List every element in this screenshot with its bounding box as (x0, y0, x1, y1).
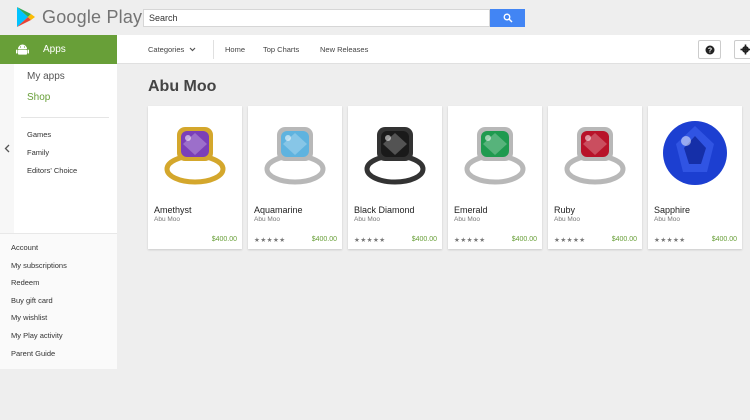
sidebar-item-shop[interactable]: Shop (27, 92, 50, 103)
sidebar-item-editors-choice[interactable]: Editors' Choice (27, 166, 77, 175)
gear-icon (740, 44, 750, 55)
app-card[interactable]: Aquamarine Abu Moo ★★★★★ $400.00 (248, 106, 342, 249)
app-card[interactable]: Ruby Abu Moo ★★★★★ $400.00 (548, 106, 642, 249)
star-rating: ★★★★★ (554, 237, 586, 244)
categories-dropdown[interactable]: Categories (148, 45, 196, 54)
play-store-icon (17, 7, 35, 27)
settings-button[interactable] (734, 40, 750, 59)
price-button[interactable]: $400.00 (312, 236, 337, 243)
ring-image[interactable] (248, 106, 342, 200)
account-links: Account My subscriptions Redeem Buy gift… (0, 233, 117, 369)
help-icon: ? (705, 45, 714, 54)
app-title[interactable]: Amethyst (154, 205, 192, 215)
android-icon (16, 44, 29, 55)
search-input[interactable]: Search (143, 9, 490, 27)
search-button[interactable] (490, 9, 525, 27)
app-title[interactable]: Sapphire (654, 205, 690, 215)
sidebar: My apps Shop Games Family Editors' Choic… (0, 64, 117, 369)
apps-tab[interactable]: Apps (0, 35, 117, 64)
apps-tab-label: Apps (43, 44, 66, 55)
price-button[interactable]: $400.00 (212, 236, 237, 243)
ring-image[interactable] (148, 106, 242, 200)
star-rating: ★★★★★ (254, 237, 286, 244)
google-play-logo[interactable]: Google Play (16, 6, 142, 28)
svg-text:?: ? (707, 47, 711, 54)
developer-name[interactable]: Abu Moo (554, 216, 580, 223)
top-bar: Google Play Search (0, 0, 750, 35)
app-title[interactable]: Ruby (554, 205, 575, 215)
star-rating: ★★★★★ (354, 237, 386, 244)
redeem-link[interactable]: Redeem (11, 278, 39, 287)
app-title[interactable]: Aquamarine (254, 205, 303, 215)
sidebar-nav: My apps Shop Games Family Editors' Choic… (0, 64, 117, 233)
my-subscriptions-link[interactable]: My subscriptions (11, 261, 67, 270)
app-title[interactable]: Emerald (454, 205, 488, 215)
account-link[interactable]: Account (11, 243, 38, 252)
chevron-left-icon (4, 144, 10, 153)
price-button[interactable]: $400.00 (512, 236, 537, 243)
ring-image[interactable] (648, 106, 742, 200)
star-rating: ★★★★★ (654, 237, 686, 244)
category-bar: Apps Categories Home Top Charts New Rele… (0, 35, 750, 64)
app-card[interactable]: Black Diamond Abu Moo ★★★★★ $400.00 (348, 106, 442, 249)
buy-gift-card-link[interactable]: Buy gift card (11, 296, 53, 305)
price-button[interactable]: $400.00 (612, 236, 637, 243)
developer-name[interactable]: Abu Moo (254, 216, 280, 223)
sidebar-item-my-apps[interactable]: My apps (27, 71, 65, 82)
my-wishlist-link[interactable]: My wishlist (11, 313, 47, 322)
categories-label: Categories (148, 45, 185, 54)
nav-divider (213, 40, 214, 59)
app-card[interactable]: Amethyst Abu Moo $400.00 (148, 106, 242, 249)
developer-name[interactable]: Abu Moo (154, 216, 180, 223)
sidebar-item-games[interactable]: Games (27, 130, 51, 139)
nav-new-releases[interactable]: New Releases (320, 45, 368, 54)
app-card[interactable]: Emerald Abu Moo ★★★★★ $400.00 (448, 106, 542, 249)
my-play-activity-link[interactable]: My Play activity (11, 331, 63, 340)
logo-text: Google Play (42, 6, 143, 27)
developer-name[interactable]: Abu Moo (354, 216, 380, 223)
app-card[interactable]: Sapphire Abu Moo ★★★★★ $400.00 (648, 106, 742, 249)
app-title[interactable]: Black Diamond (354, 205, 415, 215)
chevron-down-icon (189, 47, 196, 52)
price-button[interactable]: $400.00 (712, 236, 737, 243)
collapse-sidebar-button[interactable] (0, 64, 14, 233)
page-title: Abu Moo (148, 78, 217, 95)
sidebar-item-family[interactable]: Family (27, 148, 49, 157)
ring-image[interactable] (548, 106, 642, 200)
search-icon (503, 13, 512, 23)
developer-name[interactable]: Abu Moo (454, 216, 480, 223)
ring-image[interactable] (448, 106, 542, 200)
developer-name[interactable]: Abu Moo (654, 216, 680, 223)
nav-home[interactable]: Home (225, 45, 245, 54)
help-button[interactable]: ? (698, 40, 721, 59)
ring-image[interactable] (348, 106, 442, 200)
parent-guide-link[interactable]: Parent Guide (11, 349, 55, 358)
sidebar-divider (21, 117, 109, 118)
nav-top-charts[interactable]: Top Charts (263, 45, 299, 54)
star-rating: ★★★★★ (454, 237, 486, 244)
price-button[interactable]: $400.00 (412, 236, 437, 243)
